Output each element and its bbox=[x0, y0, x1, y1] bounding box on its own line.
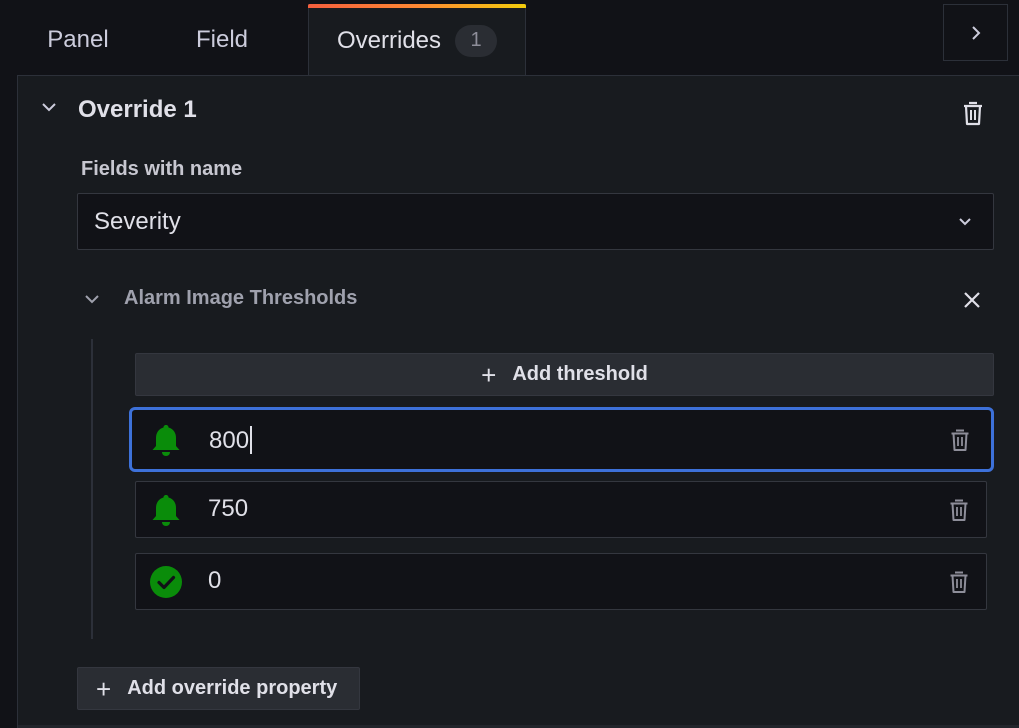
override-title[interactable]: Override 1 bbox=[78, 96, 197, 124]
chevron-right-icon bbox=[971, 25, 980, 40]
options-tab-bar: Panel Field Overrides 1 bbox=[0, 0, 1019, 76]
trash-icon[interactable] bbox=[961, 100, 985, 126]
field-name-select-value: Severity bbox=[94, 207, 181, 235]
plus-icon: + bbox=[96, 673, 112, 704]
tab-overrides[interactable]: Overrides 1 bbox=[308, 4, 526, 76]
tab-field[interactable]: Field bbox=[168, 4, 276, 76]
options-pane: Panel Field Overrides 1 Override 1 Field… bbox=[0, 0, 1019, 728]
threshold-row[interactable]: 0 bbox=[135, 553, 987, 610]
threshold-value: 800 bbox=[209, 427, 250, 454]
property-indent-line bbox=[91, 339, 93, 639]
text-caret bbox=[250, 425, 253, 454]
trash-icon[interactable] bbox=[949, 428, 971, 452]
matcher-label: Fields with name bbox=[81, 158, 243, 180]
threshold-row[interactable]: 750 bbox=[135, 481, 987, 538]
add-override-property-button[interactable]: + Add override property bbox=[77, 667, 360, 710]
bell-icon[interactable] bbox=[150, 423, 182, 457]
tab-panel-label: Panel bbox=[47, 26, 109, 53]
add-threshold-label: Add threshold bbox=[512, 363, 648, 385]
collapse-pane-button[interactable] bbox=[943, 4, 1008, 61]
tab-overrides-label: Overrides bbox=[336, 26, 442, 54]
tab-field-label: Field bbox=[195, 26, 249, 53]
add-override-property-label: Add override property bbox=[127, 677, 338, 699]
chevron-down-icon[interactable] bbox=[40, 98, 58, 116]
override-panel: Override 1 Fields with name Severity Ala… bbox=[17, 75, 1019, 728]
trash-icon[interactable] bbox=[948, 570, 970, 594]
tab-panel[interactable]: Panel bbox=[24, 4, 132, 76]
chevron-down-icon[interactable] bbox=[84, 291, 100, 307]
threshold-row[interactable]: 800 bbox=[129, 407, 994, 472]
chevron-down-icon bbox=[959, 218, 971, 226]
check-circle-icon[interactable] bbox=[150, 565, 182, 599]
bell-icon[interactable] bbox=[150, 493, 182, 527]
plus-icon: + bbox=[481, 359, 497, 390]
add-threshold-button[interactable]: + Add threshold bbox=[135, 353, 994, 396]
close-icon[interactable] bbox=[962, 290, 982, 310]
overrides-count-badge: 1 bbox=[455, 24, 498, 57]
threshold-value[interactable]: 750 bbox=[208, 495, 248, 523]
trash-icon[interactable] bbox=[948, 498, 970, 522]
threshold-value-input[interactable]: 800 bbox=[209, 425, 253, 455]
property-title[interactable]: Alarm Image Thresholds bbox=[124, 287, 357, 310]
field-name-select[interactable]: Severity bbox=[77, 193, 994, 250]
threshold-value[interactable]: 0 bbox=[208, 567, 221, 595]
